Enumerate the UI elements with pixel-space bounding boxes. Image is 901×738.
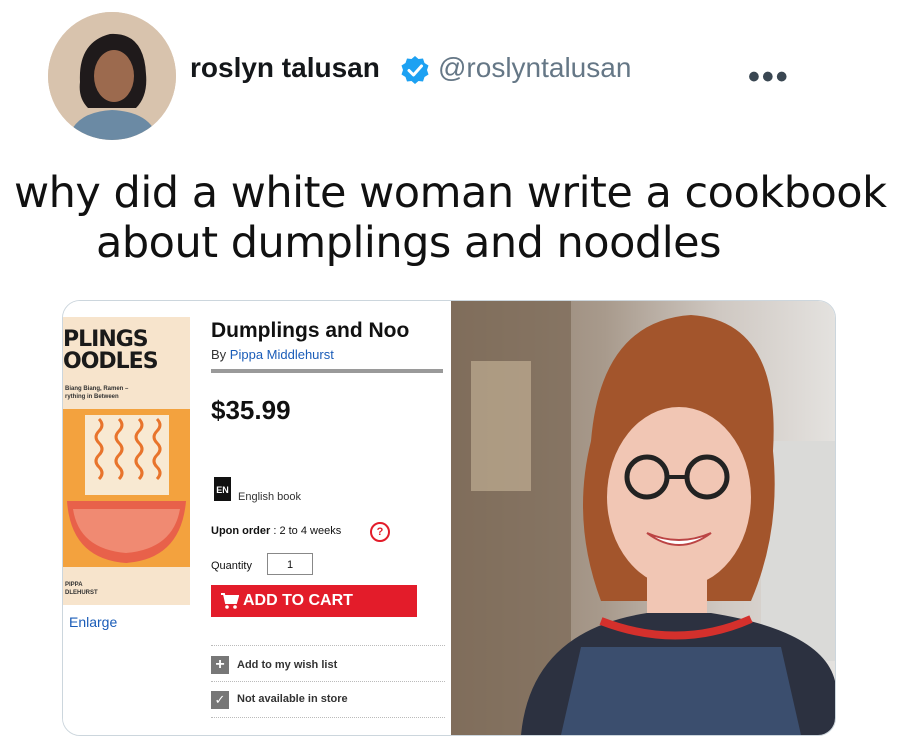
availability-value: : 2 to 4 weeks [270,525,342,537]
book-cover-illustration [63,409,190,567]
avatar[interactable] [48,12,176,140]
product-title: Dumplings and Noo [211,319,410,342]
quantity-label: Quantity [211,560,252,572]
verified-badge-icon [401,56,429,84]
more-options-icon[interactable]: ••• [748,60,790,94]
tweet-text-line-1: why did a white woman write a cookbook [14,168,887,218]
help-icon[interactable]: ? [370,522,390,542]
add-to-cart-button[interactable]: ADD TO CART [211,585,417,617]
language-label: English book [238,491,301,503]
byline-prefix: By [211,347,230,362]
display-name[interactable]: roslyn talusan [190,52,380,84]
language-book-icon: EN [214,477,231,501]
book-cover-subtitle: Biang Biang, Ramen – rything in Between [65,386,129,400]
checkmark-icon: ✓ [211,691,229,709]
store-availability: Not available in store [237,693,348,705]
availability-text: Upon order : 2 to 4 weeks [211,525,341,537]
price: $35.99 [211,395,291,425]
separator [211,645,445,646]
tweet-text: why did a white woman write a cookbook a… [14,168,894,268]
availability-label: Upon order [211,525,271,537]
divider [211,369,443,373]
separator [211,681,445,682]
cart-icon [221,593,239,609]
tweet-text-line-2: about dumplings and noodles [96,218,722,268]
byline: By Pippa Middlehurst [211,347,334,362]
author-photo [451,301,835,735]
wish-list-link[interactable]: Add to my wish list [237,659,337,671]
book-cover[interactable]: PLINGS OODLES Biang Biang, Ramen – rythi… [63,317,190,605]
author-link[interactable]: Pippa Middlehurst [230,347,334,362]
book-cover-title: PLINGS OODLES [63,327,159,374]
enlarge-link[interactable]: Enlarge [69,614,117,630]
user-handle[interactable]: @roslyntalusan [438,52,631,84]
separator [211,717,445,718]
tweet-media[interactable]: PLINGS OODLES Biang Biang, Ramen – rythi… [62,300,836,736]
shop-screenshot: PLINGS OODLES Biang Biang, Ramen – rythi… [63,301,451,735]
book-cover-author: PIPPA DLEHURST [65,582,98,596]
quantity-input[interactable]: 1 [267,553,313,575]
plus-icon[interactable]: + [211,656,229,674]
add-to-cart-label: ADD TO CART [243,592,353,609]
